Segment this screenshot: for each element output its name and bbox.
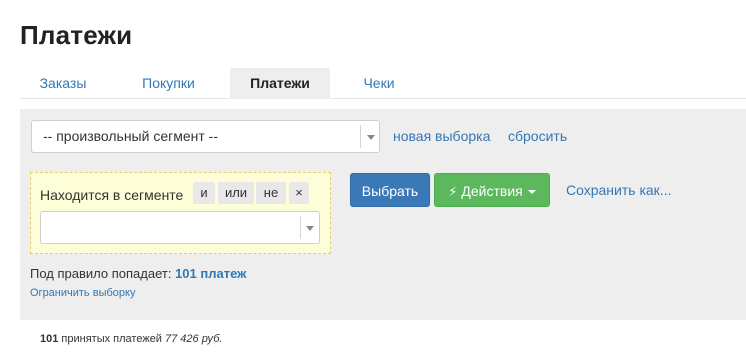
op-not-button[interactable]: не [256,182,286,204]
tab-purchases[interactable]: Покупки [127,68,210,99]
new-selection-link[interactable]: новая выборка [393,128,490,144]
rule-match-line: Под правило попадает: 101 платеж [30,266,246,281]
segment-select-value: -- произвольный сегмент -- [43,128,218,144]
summary-amount: 77 426 руб. [165,333,223,345]
save-as-link[interactable]: Сохранить как... [566,182,671,198]
condition-label: Находится в сегменте [40,187,184,203]
segment-select[interactable]: -- произвольный сегмент -- [31,120,380,153]
payments-summary: 101 принятых платежей 77 426 руб. [40,333,222,345]
reset-link[interactable]: сбросить [508,128,567,144]
segment-condition-box: Находится в сегменте и или не × [30,172,331,254]
select-divider [360,125,361,148]
tab-receipts[interactable]: Чеки [345,68,413,99]
remove-icon[interactable]: × [289,182,309,204]
condition-segment-select[interactable] [40,211,320,244]
caret-down-icon [306,226,314,231]
tab-orders[interactable]: Заказы [20,68,106,99]
actions-button-label: Действия [461,183,523,199]
summary-count: 101 [40,333,59,345]
page-title: Платежи [20,20,133,50]
op-or-button[interactable]: или [218,182,254,204]
summary-text: принятых платежей [61,333,162,345]
caret-down-icon [367,135,375,140]
op-and-button[interactable]: и [193,182,215,204]
limit-selection-link[interactable]: Ограничить выборку [30,287,135,299]
bolt-icon: ⚡ [448,184,458,199]
rule-prefix: Под правило попадает: [30,266,172,281]
tab-payments[interactable]: Платежи [230,68,330,99]
caret-down-icon [527,190,536,195]
actions-dropdown-button[interactable]: ⚡ Действия [434,173,550,207]
rule-count-link[interactable]: 101 платеж [175,266,246,281]
select-divider [300,216,301,239]
select-button[interactable]: Выбрать [350,173,430,207]
tab-bar: Заказы Покупки Платежи Чеки [20,68,746,99]
filter-panel: -- произвольный сегмент -- новая выборка… [20,109,746,320]
